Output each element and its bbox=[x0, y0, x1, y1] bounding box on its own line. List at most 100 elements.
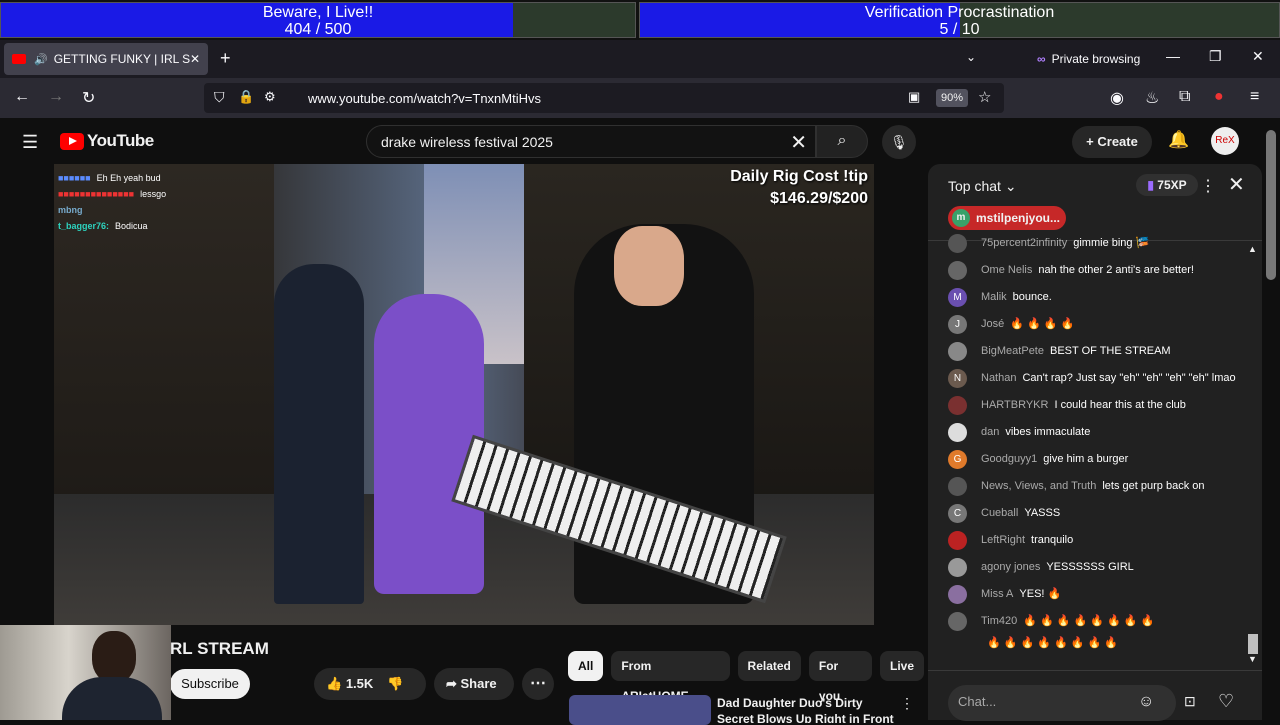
browser-tab[interactable]: 🔊 GETTING FUNKY | IRL STRE ✕ bbox=[4, 43, 208, 75]
chat-avatar[interactable]: M bbox=[948, 288, 967, 307]
chat-avatar[interactable]: G bbox=[948, 450, 967, 469]
chat-avatar[interactable] bbox=[948, 558, 967, 577]
forward-icon[interactable]: → bbox=[48, 88, 64, 106]
chat-avatar[interactable]: J bbox=[948, 315, 967, 334]
hamburger-icon[interactable]: ☰ bbox=[22, 132, 38, 153]
chat-avatar[interactable] bbox=[948, 342, 967, 361]
video-player[interactable]: ■■■■■■ Eh Eh yeah bud ■■■■■■■■■■■■■■ lessg… bbox=[54, 164, 874, 625]
mic-icon: 🎙 bbox=[890, 134, 908, 150]
permissions-icon[interactable]: ⚙ bbox=[264, 89, 276, 105]
chat-options-icon[interactable]: ⋮ bbox=[1200, 176, 1216, 196]
extensions-icon[interactable]: ⧉ bbox=[1179, 88, 1190, 106]
chip-all[interactable]: All bbox=[568, 651, 604, 681]
chat-author[interactable]: Nathan bbox=[981, 372, 1016, 384]
overlay-chat-line: ■■■■■■■■■■■■■■ lessgo bbox=[58, 189, 167, 199]
goal-bar-1: Beware, I Live!! 404 / 500 bbox=[0, 2, 636, 38]
chat-avatar[interactable] bbox=[948, 261, 967, 280]
minimize-icon[interactable]: — bbox=[1166, 48, 1180, 64]
pinned-user-chip[interactable]: m mstilpenjyou... bbox=[948, 206, 1066, 230]
back-icon[interactable]: ← bbox=[14, 88, 30, 106]
chat-author[interactable]: dan bbox=[981, 426, 999, 438]
menu-icon[interactable]: ≡ bbox=[1250, 88, 1259, 106]
thumbs-down-icon[interactable]: 👎 bbox=[387, 676, 403, 691]
reload-icon[interactable]: ↻ bbox=[82, 88, 95, 108]
chat-author[interactable]: HARTBRYKR bbox=[981, 399, 1048, 411]
chat-author[interactable]: LeftRight bbox=[981, 534, 1025, 546]
chat-avatar[interactable] bbox=[948, 234, 967, 253]
search-button[interactable]: ⌕ bbox=[816, 125, 868, 158]
share-button[interactable]: ➦ Share bbox=[434, 668, 514, 700]
like-button[interactable]: 👍 1.5K 👎 bbox=[314, 668, 426, 700]
flame-extension-icon[interactable]: ♨ bbox=[1145, 88, 1159, 108]
chat-avatar[interactable] bbox=[948, 396, 967, 415]
notifications-bell-icon[interactable]: 🔔 bbox=[1168, 130, 1189, 150]
bookmark-star-icon[interactable]: ☆ bbox=[978, 88, 991, 106]
webcam-overlay bbox=[0, 625, 171, 720]
chat-avatar[interactable]: N bbox=[948, 369, 967, 388]
super-chat-icon[interactable]: ⊡ bbox=[1184, 693, 1196, 710]
shield-icon[interactable]: ⛉ bbox=[214, 89, 225, 106]
chat-text: 🔥 🔥 🔥 🔥 🔥 🔥 🔥 🔥 bbox=[987, 637, 1118, 649]
chat-author[interactable]: Miss A bbox=[981, 588, 1013, 600]
chat-text: lets get purp back on bbox=[1102, 480, 1205, 492]
subscribe-button[interactable]: Subscribe bbox=[170, 669, 250, 699]
page-scrollbar[interactable] bbox=[1262, 118, 1280, 720]
extension-badge-icon[interactable]: ● bbox=[1214, 88, 1224, 106]
xp-badge[interactable]: ▮ 75XP bbox=[1136, 174, 1198, 196]
chat-avatar[interactable] bbox=[948, 612, 967, 631]
chat-avatar[interactable]: C bbox=[948, 504, 967, 523]
chat-author[interactable]: Ome Nelis bbox=[981, 264, 1032, 276]
account-icon[interactable]: ◉ bbox=[1110, 88, 1124, 108]
voice-search-button[interactable]: 🎙 bbox=[882, 125, 916, 159]
lock-icon[interactable]: 🔒 bbox=[238, 89, 254, 105]
heart-icon[interactable]: ♡ bbox=[1218, 691, 1234, 712]
chat-author[interactable]: Cueball bbox=[981, 507, 1018, 519]
stream-goals: Beware, I Live!! 404 / 500 Verification … bbox=[0, 0, 1280, 40]
chat-author[interactable]: agony jones bbox=[981, 561, 1040, 573]
chip-live[interactable]: Live bbox=[879, 651, 924, 681]
chat-author[interactable]: 75percent2infinity bbox=[981, 237, 1067, 249]
chat-author[interactable]: Goodguyy1 bbox=[981, 453, 1037, 465]
chat-avatar[interactable] bbox=[948, 477, 967, 496]
picture-icon[interactable]: ▣ bbox=[908, 89, 920, 105]
account-avatar[interactable]: ReX bbox=[1211, 127, 1239, 155]
create-button[interactable]: + Create bbox=[1072, 126, 1152, 158]
restore-icon[interactable]: ❐ bbox=[1209, 48, 1222, 65]
recommendation-chips: All From ARIatHOME Related For you Live bbox=[568, 651, 924, 703]
recommendation-menu-icon[interactable]: ⋮ bbox=[900, 695, 914, 712]
chat-avatar[interactable] bbox=[948, 423, 967, 442]
url-text[interactable]: www.youtube.com/watch?v=TnxnMtiHvs bbox=[308, 91, 541, 106]
speaker-icon[interactable]: 🔊 bbox=[34, 53, 48, 66]
window-close-icon[interactable]: ✕ bbox=[1252, 48, 1264, 65]
chat-author[interactable]: Tim420 bbox=[981, 615, 1017, 627]
chat-avatar[interactable] bbox=[948, 585, 967, 604]
new-tab-icon[interactable]: + bbox=[220, 48, 231, 69]
chat-author[interactable]: Malik bbox=[981, 291, 1007, 303]
tab-close-icon[interactable]: ✕ bbox=[190, 52, 200, 66]
search-input[interactable]: drake wireless festival 2025 ✕ bbox=[366, 125, 816, 158]
chat-author[interactable]: BigMeatPete bbox=[981, 345, 1044, 357]
zoom-level[interactable]: 90% bbox=[936, 89, 968, 107]
youtube-logo[interactable]: YouTube bbox=[60, 131, 154, 151]
chat-avatar[interactable] bbox=[948, 531, 967, 550]
chip-from-channel[interactable]: From ARIatHOME bbox=[611, 651, 730, 703]
chat-author[interactable]: José bbox=[981, 318, 1004, 330]
url-bar[interactable]: ⛉ 🔒 ⚙ www.youtube.com/watch?v=TnxnMtiHvs… bbox=[204, 83, 1004, 113]
chip-for-you[interactable]: For you bbox=[808, 651, 872, 703]
chat-close-icon[interactable]: ✕ bbox=[1228, 172, 1245, 197]
recommendation-title[interactable]: Dad Daughter Duo's Dirty Secret Blows Up… bbox=[717, 695, 897, 723]
chat-scroll-thumb[interactable] bbox=[1248, 634, 1258, 654]
page-scroll-thumb[interactable] bbox=[1266, 130, 1276, 280]
chat-scrollbar[interactable]: ▲ ▼ bbox=[1246, 244, 1258, 664]
tab-list-icon[interactable]: ⌄ bbox=[966, 50, 976, 64]
like-count: 1.5K bbox=[345, 676, 374, 691]
chat-message-line: BigMeatPete BEST OF THE STREAM bbox=[981, 343, 1171, 359]
clear-search-icon[interactable]: ✕ bbox=[790, 130, 807, 155]
emoji-icon[interactable]: ☺ bbox=[1138, 693, 1154, 711]
recommendation-thumbnail[interactable] bbox=[569, 695, 711, 725]
top-chat-dropdown[interactable]: Top chat ⌄ bbox=[948, 178, 1017, 195]
search-value[interactable]: drake wireless festival 2025 bbox=[381, 134, 553, 150]
chip-related[interactable]: Related bbox=[737, 651, 801, 681]
more-actions-button[interactable]: ⋯ bbox=[522, 668, 554, 700]
chat-author[interactable]: News, Views, and Truth bbox=[981, 480, 1096, 492]
